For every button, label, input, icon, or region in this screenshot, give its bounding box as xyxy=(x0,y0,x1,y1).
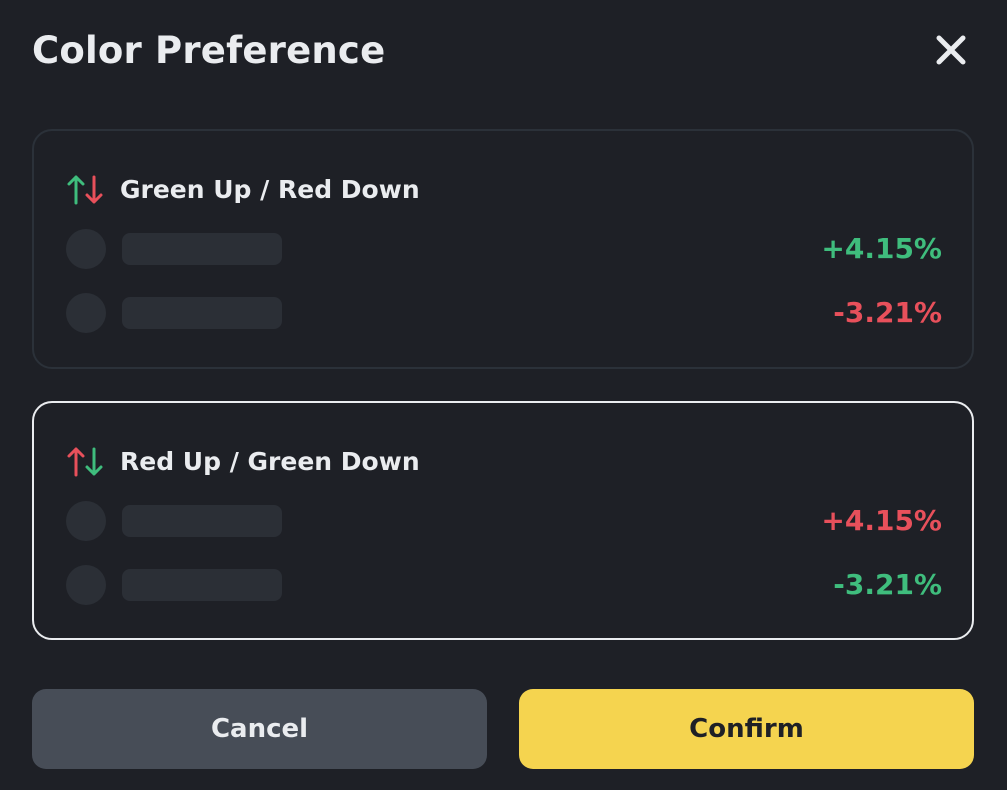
text-placeholder xyxy=(122,297,282,329)
option-label: Green Up / Red Down xyxy=(120,174,420,204)
avatar-placeholder xyxy=(66,229,106,269)
text-placeholder xyxy=(122,233,282,265)
arrows-up-down-icon xyxy=(67,175,103,205)
text-placeholder xyxy=(122,569,282,601)
color-preference-dialog: Color Preference Green Up / Red Down +4.… xyxy=(0,0,1007,790)
close-icon xyxy=(936,35,966,65)
avatar-placeholder xyxy=(66,501,106,541)
change-value: -3.21% xyxy=(833,568,942,601)
avatar-placeholder xyxy=(66,293,106,333)
option-red-up-green-down[interactable]: Red Up / Green Down +4.15% -3.21% xyxy=(32,401,974,640)
confirm-button[interactable]: Confirm xyxy=(519,689,974,769)
cancel-button[interactable]: Cancel xyxy=(32,689,487,769)
close-button[interactable] xyxy=(927,26,975,74)
option-header: Green Up / Red Down xyxy=(66,171,420,207)
avatar-placeholder xyxy=(66,565,106,605)
list-item: +4.15% xyxy=(66,501,942,541)
change-value: +4.15% xyxy=(821,232,942,265)
text-placeholder xyxy=(122,505,282,537)
option-label: Red Up / Green Down xyxy=(120,446,420,476)
option-green-up-red-down[interactable]: Green Up / Red Down +4.15% -3.21% xyxy=(32,129,974,369)
list-item: -3.21% xyxy=(66,293,942,333)
arrows-up-down-icon xyxy=(67,447,103,477)
list-item: -3.21% xyxy=(66,565,942,605)
list-item: +4.15% xyxy=(66,229,942,269)
change-value: +4.15% xyxy=(821,504,942,537)
change-value: -3.21% xyxy=(833,296,942,329)
option-header: Red Up / Green Down xyxy=(66,443,420,479)
dialog-title: Color Preference xyxy=(32,29,386,72)
